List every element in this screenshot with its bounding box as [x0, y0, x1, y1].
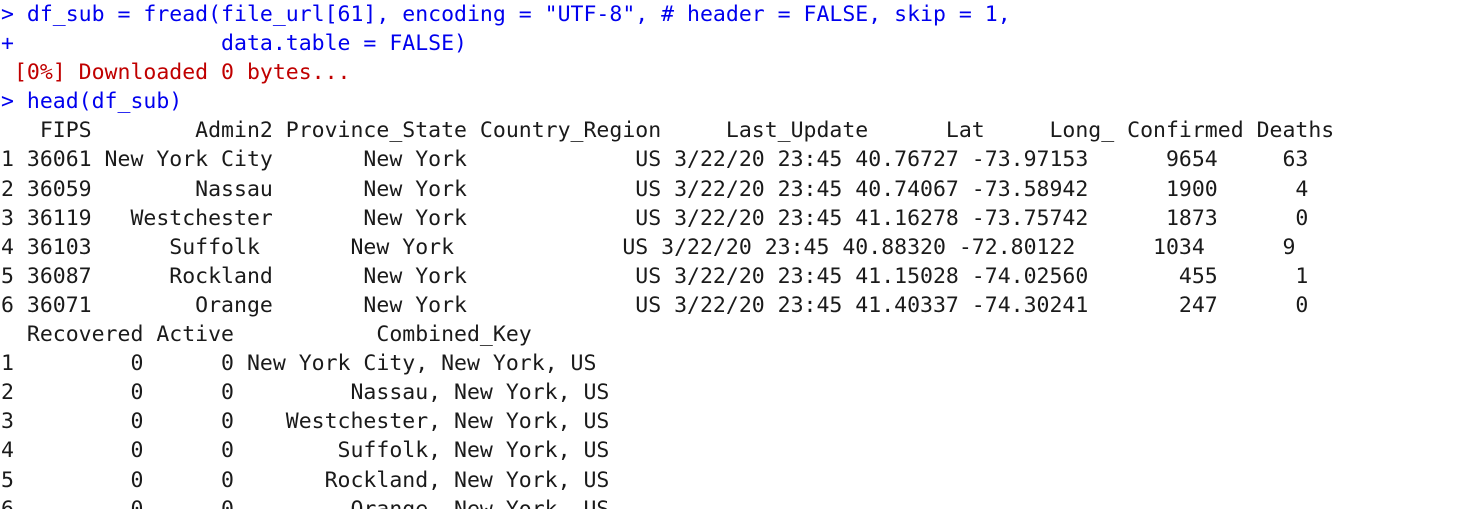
- console-output-line: 3 36119 Westchester New York US 3/22/20 …: [1, 205, 1309, 231]
- console-command-line: > df_sub = fread(file_url[61], encoding …: [1, 2, 1011, 27]
- r-console-output[interactable]: > df_sub = fread(file_url[61], encoding …: [0, 0, 1483, 509]
- console-output-line: FIPS Admin2 Province_State Country_Regio…: [1, 118, 1335, 144]
- console-output-line: 6 36071 Orange New York US 3/22/20 23:45…: [1, 292, 1309, 318]
- console-output-line: 1 36061 New York City New York US 3/22/2…: [1, 147, 1309, 173]
- console-output-line: 3 0 0 Westchester, New York, US: [1, 409, 610, 435]
- console-output-line: 4 36103 Suffolk New York US 3/22/20 23:4…: [1, 234, 1296, 260]
- console-command-line: > head(df_sub): [1, 89, 183, 115]
- console-output-line: 5 0 0 Rockland, New York, US: [1, 467, 610, 493]
- console-output-line: 6 0 0 Orange, New York, US: [0, 495, 1483, 509]
- console-output-line: 2 36059 Nassau New York US 3/22/20 23:45…: [1, 176, 1309, 202]
- console-output-line: Recovered Active Combined_Key: [1, 322, 532, 348]
- console-output-line: 5 36087 Rockland New York US 3/22/20 23:…: [1, 263, 1309, 289]
- console-output-line: 1 0 0 New York City, New York, US: [1, 351, 597, 377]
- console-status-line: [0%] Downloaded 0 bytes...: [1, 60, 351, 86]
- console-output-line: 2 0 0 Nassau, New York, US: [1, 380, 610, 406]
- console-output-line: 4 0 0 Suffolk, New York, US: [1, 438, 610, 464]
- console-continuation-line: + data.table = FALSE): [1, 31, 467, 57]
